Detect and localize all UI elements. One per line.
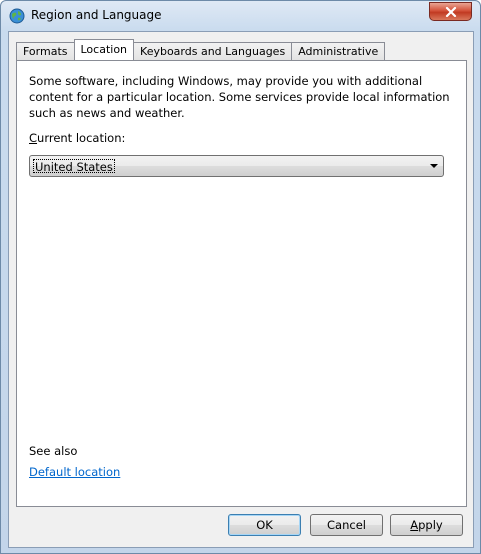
current-location-access-key: C [29,131,38,145]
current-location-label: Current location: [29,131,125,145]
ok-button[interactable]: OK [228,514,301,536]
chevron-down-icon [430,164,438,168]
tab-strip: Formats Location Keyboards and Languages… [16,39,386,60]
location-description: Some software, including Windows, may pr… [29,74,450,120]
window-title: Region and Language [31,8,162,22]
current-location-label-text: urrent location: [37,131,126,145]
current-location-dropdown[interactable]: United States [29,155,444,177]
close-button[interactable] [429,2,472,21]
see-also-heading: See also [29,444,78,458]
tab-formats[interactable]: Formats [16,42,75,60]
current-location-value: United States [33,159,115,174]
dialog-client-area: Formats Location Keyboards and Languages… [8,31,474,548]
globe-icon [9,8,25,24]
tab-keyboards-and-languages[interactable]: Keyboards and Languages [133,42,293,60]
apply-access-key: A [410,518,419,532]
close-icon [445,6,456,17]
region-language-window: Region and Language Formats Location Key… [0,0,481,554]
cancel-button[interactable]: Cancel [310,514,383,536]
apply-label: pply [418,518,443,532]
default-location-link[interactable]: Default location [29,465,120,479]
location-tab-panel: Some software, including Windows, may pr… [16,60,467,507]
tab-administrative[interactable]: Administrative [291,42,386,60]
tab-location[interactable]: Location [73,39,135,60]
title-bar[interactable]: Region and Language [1,1,480,31]
apply-button[interactable]: Apply [390,514,463,536]
